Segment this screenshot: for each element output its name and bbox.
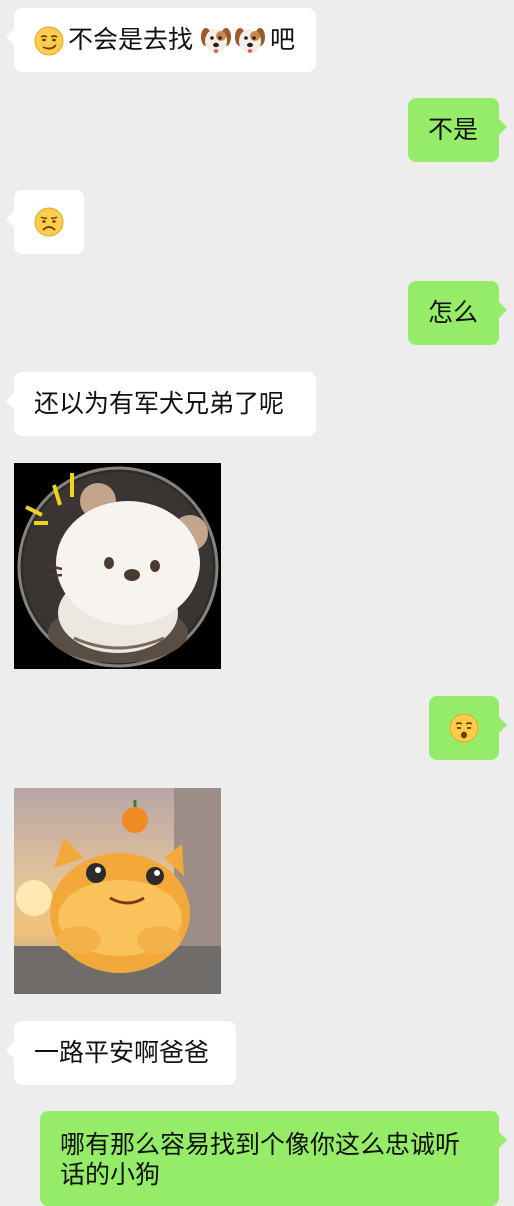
received-message-bubble[interactable]: 一路平安啊爸爸 bbox=[6, 1021, 236, 1085]
orange-plush-creature-sticker[interactable] bbox=[14, 788, 221, 994]
message-text: 不是 bbox=[428, 115, 479, 144]
dog-face-icon bbox=[201, 28, 231, 53]
frowning-face-icon bbox=[34, 207, 64, 237]
message-text: 还以为有军犬兄弟了呢 bbox=[34, 389, 285, 418]
kissing-face-icon bbox=[449, 713, 479, 743]
sent-message-bubble[interactable]: 不是 bbox=[408, 98, 507, 162]
smirk-face-icon bbox=[34, 26, 64, 56]
plush-bear-image bbox=[17, 466, 219, 668]
received-message-bubble[interactable] bbox=[6, 190, 84, 254]
received-message-bubble[interactable]: 不会是去找 吧 bbox=[6, 8, 316, 72]
received-message-bubble[interactable]: 还以为有军犬兄弟了呢 bbox=[6, 372, 316, 436]
sent-message-bubble[interactable]: 哪有那么容易找到个像你这么忠诚听 话的小狗 bbox=[40, 1111, 507, 1206]
plush-creature-image bbox=[14, 788, 221, 994]
white-plush-bear-sticker[interactable] bbox=[14, 463, 221, 669]
message-text: 不会是去找 bbox=[68, 25, 194, 54]
sent-message-bubble[interactable]: 怎么 bbox=[408, 281, 507, 345]
message-text: 吧 bbox=[270, 25, 296, 54]
message-text: 一路平安啊爸爸 bbox=[34, 1038, 210, 1067]
message-text-line: 话的小狗 bbox=[60, 1160, 161, 1189]
sent-message-bubble[interactable] bbox=[429, 696, 507, 760]
message-text: 怎么 bbox=[428, 298, 479, 327]
dog-face-icon bbox=[235, 28, 265, 53]
